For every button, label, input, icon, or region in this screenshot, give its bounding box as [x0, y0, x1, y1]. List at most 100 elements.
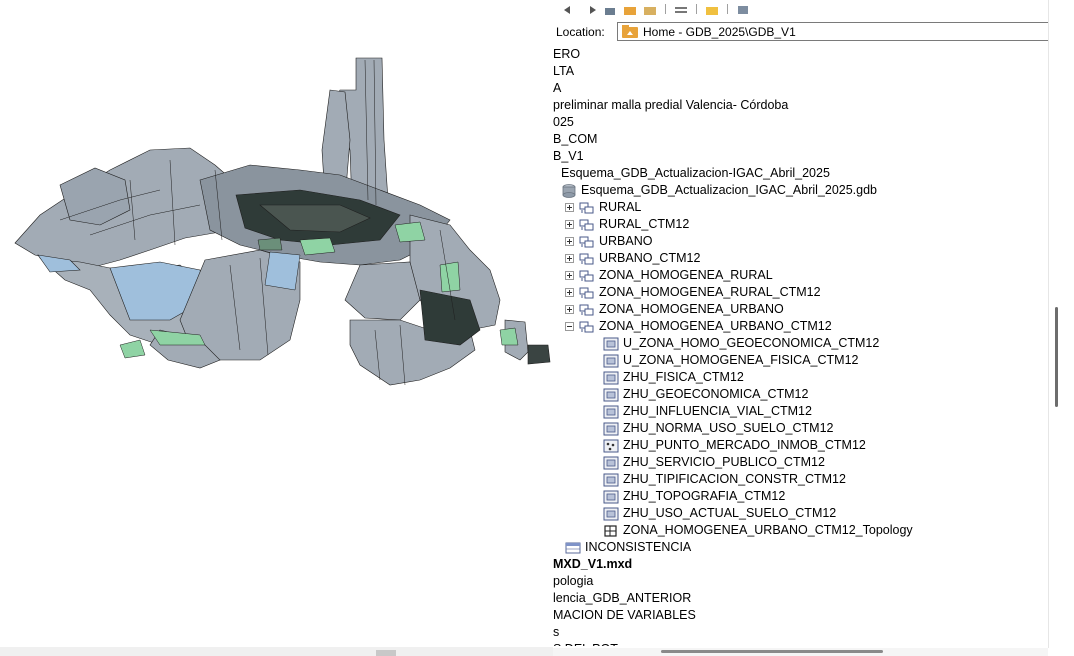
tree-item-label: ZONA_HOMOGENEA_URBANO_CTM12 [599, 319, 832, 333]
tree-item-label: U_ZONA_HOMOGENEA_FISICA_CTM12 [623, 353, 859, 367]
tree-item[interactable]: RURAL [565, 199, 641, 216]
tree-item[interactable]: preliminar malla predial Valencia- Córdo… [553, 97, 788, 114]
gdb-icon [561, 183, 577, 198]
views-icon[interactable] [674, 4, 688, 14]
catalog-toolbar [553, 0, 1074, 18]
expand-icon[interactable] [565, 288, 574, 297]
tree-item-label: A [553, 81, 562, 95]
feature-dataset-icon [579, 218, 595, 232]
tree-item[interactable]: ZONA_HOMOGENEA_URBANO [565, 301, 784, 318]
tree-item[interactable]: ZONA_HOMOGENEA_RURAL [565, 267, 773, 284]
feature-dataset-icon [579, 235, 595, 249]
map-horizontal-scrollbar[interactable] [0, 647, 553, 656]
tree-item-label: ZHU_INFLUENCIA_VIAL_CTM12 [623, 404, 812, 418]
tree-item[interactable]: ZHU_NORMA_USO_SUELO_CTM12 [603, 420, 833, 437]
feature-dataset-icon [579, 303, 595, 317]
tree-item-label: Esquema_GDB_Actualizacion_IGAC_Abril_202… [581, 183, 878, 197]
tree-item-label: preliminar malla predial Valencia- Córdo… [553, 98, 789, 112]
feature-dataset-icon [579, 201, 595, 215]
expand-icon[interactable] [565, 254, 574, 263]
location-value: Home - GDB_2025\GDB_V1 [643, 24, 796, 39]
tree-item[interactable]: ZONA_HOMOGENEA_RURAL_CTM12 [565, 284, 821, 301]
feature-dataset-icon [579, 269, 595, 283]
tree-item-label: MXD_V1.mxd [553, 557, 633, 571]
tree-item[interactable]: ZHU_TIPIFICACION_CONSTR_CTM12 [603, 471, 846, 488]
expand-icon[interactable] [565, 305, 574, 314]
topology-icon [603, 524, 619, 538]
tree-item-label: 025 [553, 115, 574, 129]
location-bar: Location: Home - GDB_2025\GDB_V1 ⌄ [553, 20, 1074, 44]
polygon-feature-class-icon [603, 371, 619, 385]
catalog-horizontal-scrollbar[interactable] [553, 648, 1048, 656]
tree-item[interactable]: Esquema_GDB_Actualizacion_IGAC_Abril_202… [561, 182, 877, 199]
tree-item-label: ZHU_PUNTO_MERCADO_INMOB_CTM12 [623, 438, 866, 452]
catalog-tree: ERO LTA A preliminar malla predial Valenci… [553, 46, 1048, 646]
polygon-feature-class-icon [603, 473, 619, 487]
disconnect-folder-icon[interactable] [643, 4, 657, 15]
catalog-scroll-thumb[interactable] [1055, 307, 1058, 407]
home-icon[interactable] [603, 4, 617, 15]
tree-item-label: ZHU_GEOECONOMICA_CTM12 [623, 387, 809, 401]
tree-item[interactable]: RURAL_CTM12 [565, 216, 689, 233]
tree-item-label: INCONSISTENCIA [585, 540, 692, 554]
tree-item[interactable]: ERO [553, 46, 580, 63]
polygon-feature-class-icon [603, 490, 619, 504]
tree-item[interactable]: ZHU_PUNTO_MERCADO_INMOB_CTM12 [603, 437, 866, 454]
tree-item-label: ZONA_HOMOGENEA_RURAL_CTM12 [599, 285, 821, 299]
tree-item[interactable]: s [553, 624, 559, 641]
tree-item[interactable]: LTA [553, 63, 574, 80]
catalog-vertical-scrollbar[interactable] [1048, 0, 1074, 648]
tree-item-label: RURAL [599, 200, 642, 214]
tree-item[interactable]: MACION DE VARIABLES [553, 607, 696, 624]
tree-item[interactable]: S DEL POT [553, 641, 618, 646]
map-view[interactable] [0, 0, 553, 647]
catalog-hscroll-thumb[interactable] [661, 650, 883, 653]
options-icon[interactable] [736, 4, 750, 14]
collapse-icon[interactable] [565, 322, 574, 331]
tree-item[interactable]: ZHU_FISICA_CTM12 [603, 369, 744, 386]
tree-item[interactable]: pologia [553, 573, 593, 590]
polygon-feature-class-icon [603, 507, 619, 521]
tree-item[interactable]: ZHU_USO_ACTUAL_SUELO_CTM12 [603, 505, 836, 522]
connect-folder-icon[interactable] [623, 4, 637, 15]
tree-item[interactable]: U_ZONA_HOMOGENEA_FISICA_CTM12 [603, 352, 858, 369]
expand-icon[interactable] [565, 237, 574, 246]
tree-item[interactable]: Esquema_GDB_Actualizacion-IGAC_Abril_202… [561, 165, 830, 182]
polygon-feature-class-icon [603, 422, 619, 436]
forward-icon[interactable] [583, 4, 597, 14]
polygon-feature-class-icon [603, 456, 619, 470]
tree-item[interactable]: 025 [553, 114, 574, 131]
tree-item[interactable]: INCONSISTENCIA [565, 539, 691, 556]
tree-item-label: ZHU_NORMA_USO_SUELO_CTM12 [623, 421, 834, 435]
expand-icon[interactable] [565, 220, 574, 229]
tree-item-label: ZHU_TOPOGRAFIA_CTM12 [623, 489, 786, 503]
tree-item-label: ZONA_HOMOGENEA_URBANO [599, 302, 784, 316]
location-combobox[interactable]: Home - GDB_2025\GDB_V1 ⌄ [617, 22, 1068, 41]
tree-item[interactable]: ZHU_GEOECONOMICA_CTM12 [603, 386, 808, 403]
location-label: Location: [556, 25, 605, 39]
tree-item[interactable]: ZHU_TOPOGRAFIA_CTM12 [603, 488, 785, 505]
tree-item-label: s [553, 625, 560, 639]
tree-item-label: ZONA_HOMOGENEA_URBANO_CTM12_Topology [623, 523, 913, 537]
tree-item-label: ZHU_USO_ACTUAL_SUELO_CTM12 [623, 506, 837, 520]
tree-item[interactable]: URBANO_CTM12 [565, 250, 700, 267]
tree-item[interactable]: ZHU_INFLUENCIA_VIAL_CTM12 [603, 403, 812, 420]
tree-item[interactable]: B_COM [553, 131, 597, 148]
tree-item[interactable]: lencia_GDB_ANTERIOR [553, 590, 691, 607]
toolbar-separator [696, 4, 697, 14]
tree-item[interactable]: B_V1 [553, 148, 584, 165]
map-scroll-thumb[interactable] [376, 650, 396, 656]
back-icon[interactable] [563, 4, 577, 14]
tree-item[interactable]: U_ZONA_HOMO_GEOECONOMICA_CTM12 [603, 335, 879, 352]
parcel-map[interactable] [0, 0, 553, 647]
tree-item[interactable]: ZHU_SERVICIO_PUBLICO_CTM12 [603, 454, 825, 471]
tree-item[interactable]: ZONA_HOMOGENEA_URBANO_CTM12 [565, 318, 832, 335]
point-feature-class-icon [603, 439, 619, 453]
folder-icon[interactable] [705, 4, 719, 15]
expand-icon[interactable] [565, 203, 574, 212]
tree-item[interactable]: URBANO [565, 233, 652, 250]
tree-item[interactable]: A [553, 80, 561, 97]
tree-item[interactable]: MXD_V1.mxd [553, 556, 632, 573]
tree-item[interactable]: ZONA_HOMOGENEA_URBANO_CTM12_Topology [603, 522, 913, 539]
expand-icon[interactable] [565, 271, 574, 280]
